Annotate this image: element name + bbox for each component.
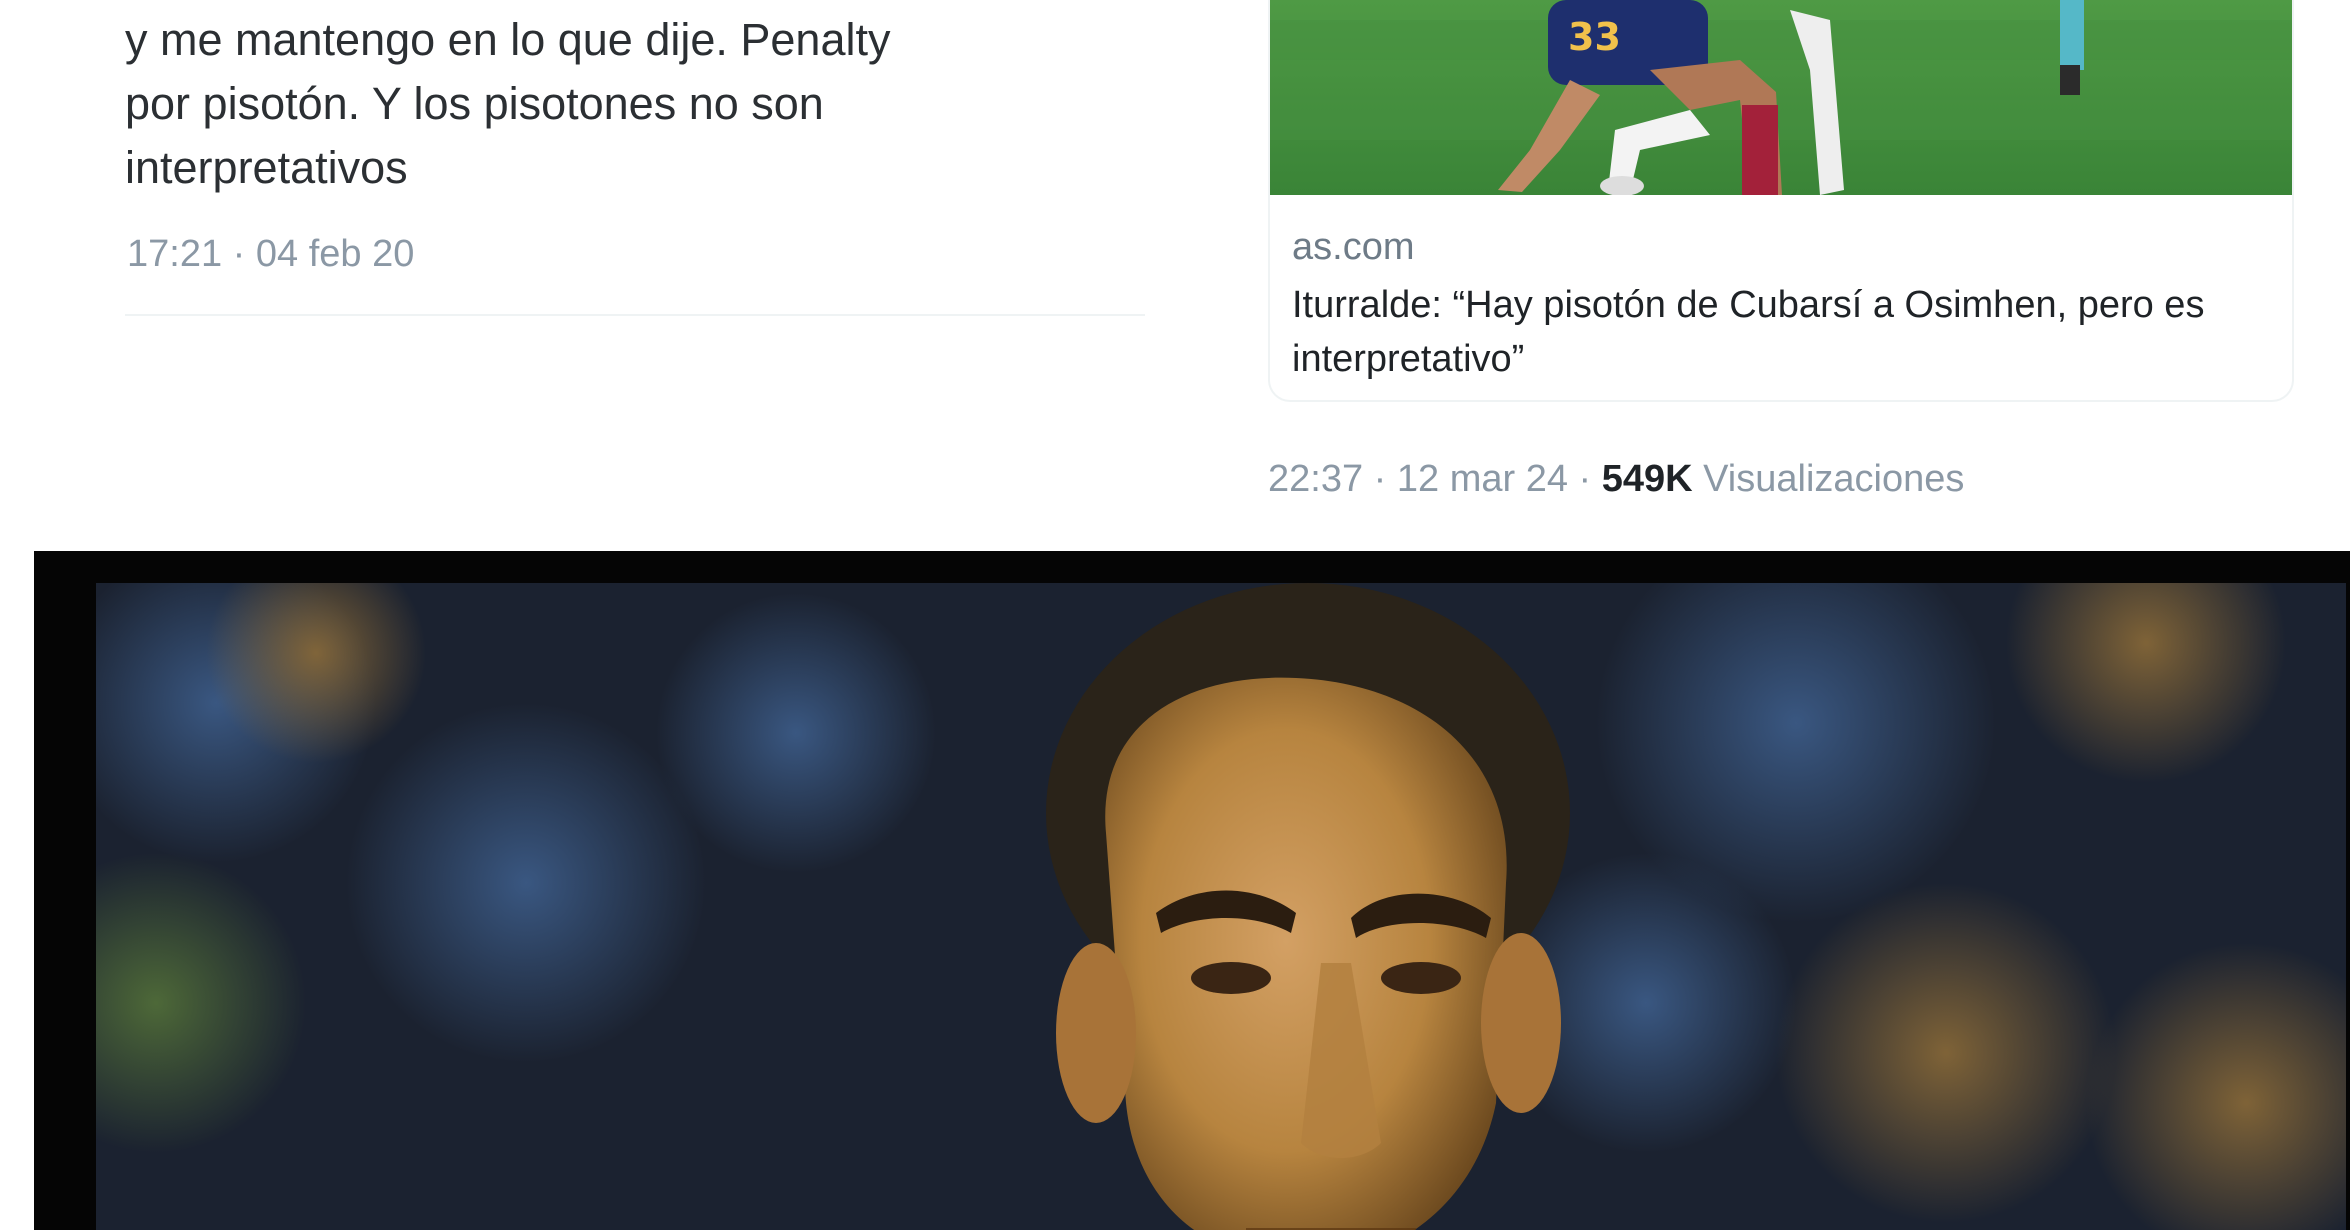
tweet-text-line: y me mantengo en lo que dije. Penalty [125, 14, 891, 65]
photo-frame [34, 551, 2350, 1230]
referee-photo-image [96, 583, 2346, 1230]
screenshot-stage: y me mantengo en lo que dije. Penalty po… [0, 0, 2350, 1230]
left-tweet[interactable]: y me mantengo en lo que dije. Penalty po… [125, 0, 1150, 320]
tweet-text-line: por pisotón. Y los pisotones no son [125, 78, 824, 129]
card-photo-image: 33 [1270, 0, 2292, 195]
svg-text:33: 33 [1568, 15, 1621, 59]
right-tweet-meta: 22:37 · 12 mar 24 · 549K Visualizaciones [1268, 458, 1964, 501]
right-tweet-timestamp[interactable]: 22:37 · 12 mar 24 · [1268, 458, 1602, 500]
card-title: Iturralde: “Hay pisotón de Cubarsí a Osi… [1292, 284, 2205, 380]
divider [125, 314, 1145, 316]
views-label: Visualizaciones [1692, 458, 1965, 500]
views-count: 549K [1601, 458, 1693, 500]
card-domain: as.com [1292, 226, 1415, 268]
link-card[interactable]: 33 as.com Iturralde: “Hay pisotón de Cub… [1268, 0, 2294, 402]
tweet-text-line: interpretativos [125, 142, 408, 193]
right-tweet[interactable]: 33 as.com Iturralde: “Hay pisotón de Cub… [1268, 0, 2294, 520]
left-tweet-text: y me mantengo en lo que dije. Penalty po… [125, 8, 1125, 200]
left-tweet-timestamp[interactable]: 17:21 · 04 feb 20 [127, 233, 414, 276]
